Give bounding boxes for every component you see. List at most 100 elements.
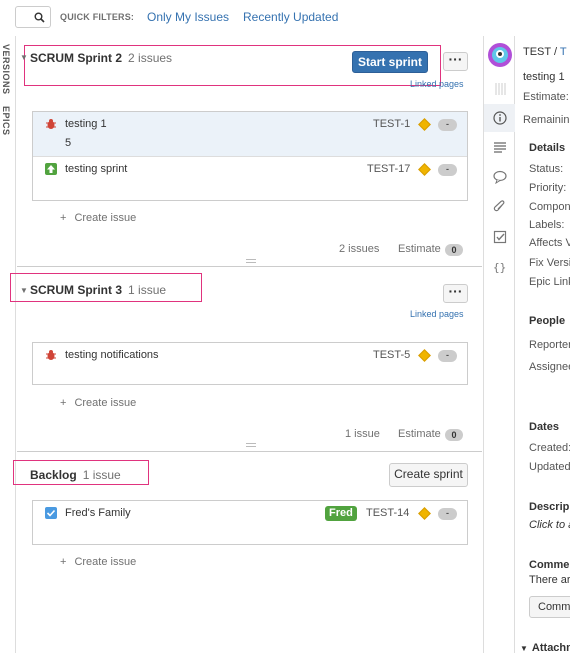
section-divider xyxy=(17,451,482,452)
priority-medium-icon xyxy=(418,118,431,131)
estimate-field: Estimate: xyxy=(523,91,569,103)
detail-icon-rail: {} xyxy=(483,36,515,653)
versions-tab[interactable]: VERSIONS xyxy=(1,44,11,95)
subtasks-icon[interactable] xyxy=(493,230,507,244)
issue-detail-panel: TEST / T testing 1 Estimate: Remaining D… xyxy=(516,36,570,653)
sprint-2-header: SCRUM Sprint 2 2 issues xyxy=(30,51,172,65)
backlog-create-issue[interactable]: + Create issue xyxy=(60,556,136,568)
attachments-label: Attachm xyxy=(531,642,570,653)
backlog-count: 1 issue xyxy=(82,468,121,482)
sprint-2-create-issue[interactable]: + Create issue xyxy=(60,212,136,224)
create-sprint-button[interactable]: Create sprint xyxy=(389,463,468,487)
epics-tab[interactable]: EPICS xyxy=(1,106,11,136)
issue-key[interactable]: TEST-14 xyxy=(366,507,409,519)
bug-icon xyxy=(46,119,56,129)
sprint-3-create-issue[interactable]: + Create issue xyxy=(60,397,136,409)
chevron-down-icon[interactable]: ▼ xyxy=(20,286,28,295)
breadcrumb-project[interactable]: TEST xyxy=(523,46,551,58)
quick-filters-label: QUICK FILTERS: xyxy=(60,12,135,22)
sprint-3-issue-count: 1 issue xyxy=(345,428,380,440)
issue-row-test-5[interactable]: testing notifications TEST-5 - xyxy=(33,343,467,385)
issue-key[interactable]: TEST-1 xyxy=(373,118,410,130)
priority-medium-icon xyxy=(418,507,431,520)
components-field: Compon xyxy=(529,201,570,213)
sprint-3-estimate-label: Estimate xyxy=(398,428,441,440)
code-braces-icon[interactable]: {} xyxy=(493,260,507,274)
sprint-2-issue-list: testing 1 5 TEST-1 - testing sprint TEST… xyxy=(32,111,468,201)
sprint-3-more-button[interactable]: ··· xyxy=(443,284,468,303)
sprint-3-count: 1 issue xyxy=(128,283,167,297)
sprint-3-header: SCRUM Sprint 3 1 issue xyxy=(30,283,166,297)
sprint-3-linked-pages[interactable]: Linked pages xyxy=(410,309,464,319)
resize-handle[interactable] xyxy=(246,259,256,263)
comments-heading: Comme xyxy=(529,559,570,571)
issue-summary: testing sprint xyxy=(65,163,128,175)
reporter-field: Reporter xyxy=(529,339,570,351)
issue-summary: Fred's Family xyxy=(65,507,131,519)
sprint-2-name: SCRUM Sprint 2 xyxy=(30,51,123,65)
resize-handle[interactable] xyxy=(246,443,256,447)
search-input[interactable] xyxy=(15,6,51,28)
issue-key[interactable]: TEST-17 xyxy=(367,163,410,175)
section-divider xyxy=(17,266,482,267)
sprint-2-issue-count: 2 issues xyxy=(339,243,380,255)
issue-summary: testing 1 xyxy=(65,118,107,130)
improvement-icon xyxy=(45,163,57,175)
project-avatar-icon xyxy=(488,43,512,67)
people-heading: People xyxy=(529,315,566,327)
attachment-icon[interactable] xyxy=(493,200,507,214)
description-icon[interactable] xyxy=(493,140,507,154)
comment-button[interactable]: Comm xyxy=(529,596,570,618)
assignee-field: Assignee xyxy=(529,361,570,373)
issue-row-test-14[interactable]: Fred's Family Fred TEST-14 - xyxy=(33,501,467,545)
fix-version-field: Fix Versi xyxy=(529,257,570,269)
sprint-2-linked-pages[interactable]: Linked pages xyxy=(410,79,464,89)
filter-only-my-issues[interactable]: Only My Issues xyxy=(147,10,229,24)
drag-handle-icon[interactable] xyxy=(493,82,507,96)
sprint-2-estimate-value: 0 xyxy=(445,244,463,256)
sprint-3-name: SCRUM Sprint 3 xyxy=(30,283,123,297)
status-field: Status: xyxy=(529,163,564,175)
filter-recently-updated[interactable]: Recently Updated xyxy=(243,10,338,24)
affects-version-field: Affects V xyxy=(529,237,570,249)
sprint-3-estimate-value: 0 xyxy=(445,429,463,441)
task-checkbox-icon xyxy=(45,507,57,519)
estimate-pill: - xyxy=(438,508,457,520)
priority-medium-icon xyxy=(418,349,431,362)
comment-icon[interactable] xyxy=(493,170,507,184)
plus-icon: + xyxy=(60,212,67,224)
info-icon[interactable] xyxy=(493,111,507,125)
start-sprint-button[interactable]: Start sprint xyxy=(352,51,428,73)
quick-filters-bar: QUICK FILTERS: Only My Issues Recently U… xyxy=(0,0,482,34)
detail-summary[interactable]: testing 1 xyxy=(523,71,565,83)
side-tabs: VERSIONS EPICS xyxy=(0,36,16,653)
create-issue-label: Create issue xyxy=(74,556,137,568)
description-heading: Descrip xyxy=(529,501,570,513)
search-icon xyxy=(34,12,45,23)
details-heading: Details xyxy=(529,142,566,154)
estimate-pill: - xyxy=(438,164,457,176)
remaining-field: Remaining xyxy=(523,114,570,126)
bug-icon xyxy=(46,350,56,360)
breadcrumb-sep: / xyxy=(553,46,558,58)
sprint-2-more-button[interactable]: ··· xyxy=(443,52,468,71)
estimate-pill: - xyxy=(438,119,457,131)
chevron-down-icon[interactable]: ▼ xyxy=(20,53,28,62)
label-badge: Fred xyxy=(325,506,357,521)
create-issue-label: Create issue xyxy=(74,397,137,409)
backlog-name: Backlog xyxy=(30,468,77,482)
detail-breadcrumb: TEST / T xyxy=(523,46,567,58)
comments-text: There ar xyxy=(529,574,570,586)
issue-extra-field: 5 xyxy=(65,137,72,149)
backlog-header: Backlog 1 issue xyxy=(30,468,121,482)
backlog-issue-list: Fred's Family Fred TEST-14 - xyxy=(32,500,468,545)
attachments-heading[interactable]: ▼Attachm xyxy=(520,642,570,653)
estimate-pill: - xyxy=(438,350,457,362)
issue-key[interactable]: TEST-5 xyxy=(373,349,410,361)
issue-row-test-1[interactable]: testing 1 5 TEST-1 - xyxy=(33,112,467,156)
sprint-3-issue-list: testing notifications TEST-5 - xyxy=(32,342,468,385)
description-placeholder[interactable]: Click to a xyxy=(529,519,570,531)
updated-field: Updated xyxy=(529,461,570,473)
issue-row-test-17[interactable]: testing sprint TEST-17 - xyxy=(33,157,467,201)
breadcrumb-key[interactable]: T xyxy=(560,46,567,58)
